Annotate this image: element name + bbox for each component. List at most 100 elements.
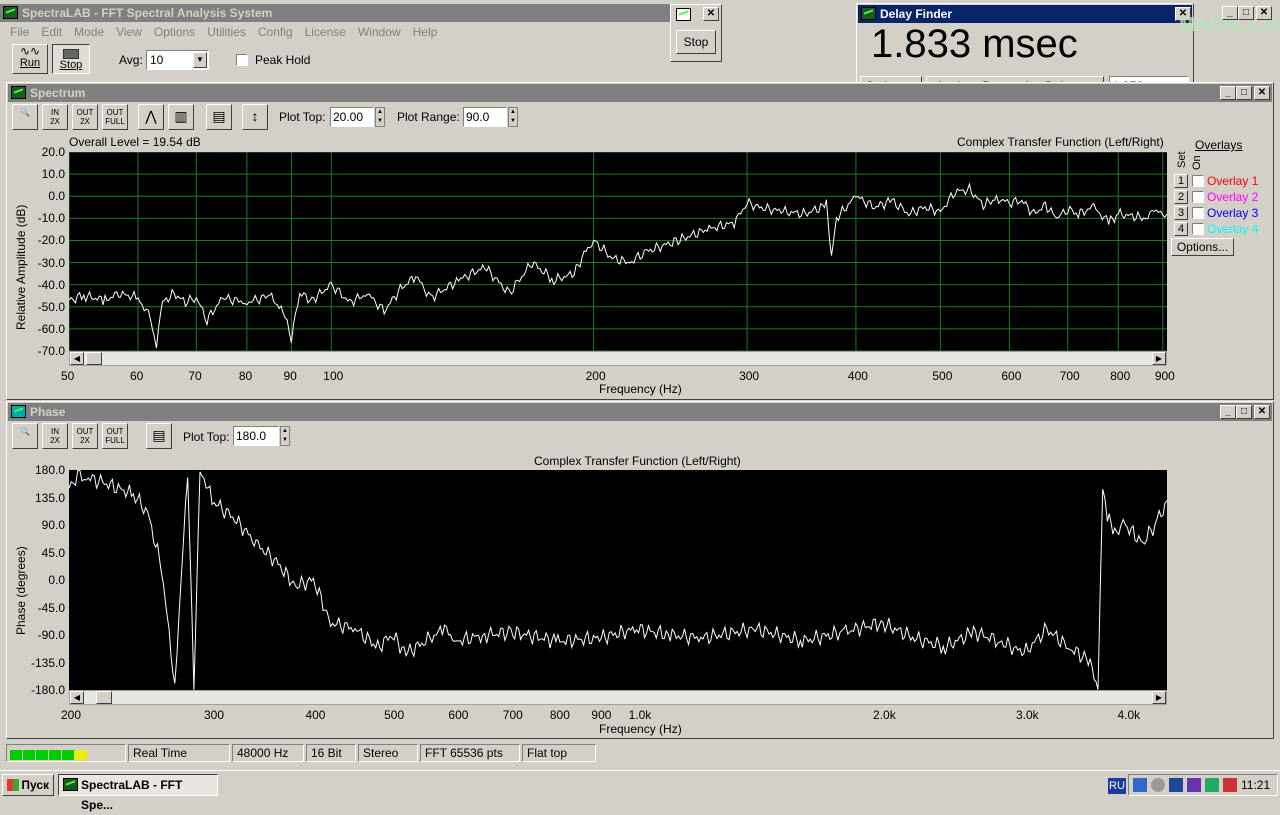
menu-window[interactable]: Window bbox=[358, 25, 401, 39]
mini-stop-button[interactable]: Stop bbox=[676, 30, 716, 54]
minimize-icon[interactable]: _ bbox=[1220, 405, 1236, 419]
bar-mode-icon[interactable]: ▥ bbox=[168, 104, 194, 130]
overlay-options-button[interactable]: Options... bbox=[1171, 238, 1234, 256]
chevron-down-icon[interactable]: ▼ bbox=[193, 52, 207, 68]
plot-top-spinner[interactable]: ▲ ▼ bbox=[375, 107, 385, 127]
start-button[interactable]: Пуск bbox=[2, 774, 54, 796]
close-icon[interactable]: ✕ bbox=[703, 7, 719, 21]
menu-config[interactable]: Config bbox=[258, 25, 293, 39]
scroll-right-icon[interactable]: ▶ bbox=[1152, 691, 1166, 704]
phase-titlebar: Phase _ □ ✕ bbox=[8, 403, 1272, 421]
status-sample-rate: 48000 Hz bbox=[232, 744, 304, 762]
overlay-on-checkbox[interactable] bbox=[1192, 207, 1204, 219]
phase-x-label: Frequency (Hz) bbox=[599, 722, 682, 736]
app-title: SpectraLAB - FFT Spectral Analysis Syste… bbox=[22, 6, 273, 20]
y-tick-label: -20.0 bbox=[37, 233, 65, 248]
phase-plot-top-input[interactable]: 180.0 bbox=[233, 426, 279, 446]
autoscale-icon[interactable]: ↕ bbox=[242, 104, 268, 130]
phase-plot-top-spinner[interactable]: ▲ ▼ bbox=[280, 426, 290, 446]
speaker-icon[interactable] bbox=[1151, 778, 1165, 792]
maximize-icon[interactable]: □ bbox=[1238, 6, 1254, 20]
spectrum-plot[interactable] bbox=[69, 152, 1167, 351]
report-icon[interactable]: ▤ bbox=[146, 423, 172, 449]
plot-range-spinner[interactable]: ▲ ▼ bbox=[508, 107, 518, 127]
menu-file[interactable]: File bbox=[10, 25, 29, 39]
close-icon[interactable]: ✕ bbox=[1254, 405, 1270, 419]
set-label: Set bbox=[1176, 151, 1188, 168]
overlay-set-button[interactable]: 3 bbox=[1174, 206, 1188, 220]
delay-icon bbox=[861, 7, 876, 20]
scroll-thumb[interactable] bbox=[86, 352, 102, 365]
phase-scrollbar[interactable]: ◀ ▶ bbox=[69, 690, 1167, 705]
run-button[interactable]: ∿∿ Run bbox=[12, 44, 48, 74]
scroll-left-icon[interactable]: ◀ bbox=[70, 352, 84, 365]
wave-icon bbox=[676, 8, 691, 21]
maximize-icon[interactable]: □ bbox=[1236, 405, 1252, 419]
status-window: Flat top bbox=[522, 744, 596, 762]
network-icon[interactable] bbox=[1133, 778, 1147, 792]
plot-top-input[interactable]: 20.00 bbox=[330, 107, 374, 127]
menu-utilities[interactable]: Utilities bbox=[207, 25, 246, 39]
close-icon[interactable]: ✕ bbox=[1254, 86, 1270, 100]
zoom-out-2x-icon[interactable]: OUT 2X bbox=[72, 104, 98, 130]
windows-logo-icon bbox=[7, 779, 19, 791]
report-icon[interactable]: ▤ bbox=[206, 104, 232, 130]
app-icon bbox=[63, 778, 78, 791]
zoom-icon[interactable]: 🔍 bbox=[12, 423, 38, 449]
overlay-on-checkbox[interactable] bbox=[1192, 175, 1204, 187]
taskbar-spectralab-button[interactable]: SpectraLAB - FFT Spe... bbox=[58, 774, 218, 812]
app-icon bbox=[3, 6, 18, 19]
system-tray: 11:21 bbox=[1128, 774, 1278, 796]
phase-y-label: Phase (degrees) bbox=[14, 546, 28, 635]
line-mode-icon[interactable]: ⋀ bbox=[138, 104, 164, 130]
zoom-in-2x-icon[interactable]: IN 2X bbox=[42, 104, 68, 130]
zoom-icon[interactable]: 🔍 bbox=[12, 104, 38, 130]
x-tick-label: 100 bbox=[323, 369, 344, 383]
delay-finder-titlebar: Delay Finder ✕ bbox=[858, 5, 1192, 23]
x-tick-label: 400 bbox=[305, 708, 326, 722]
app-tray-icon[interactable] bbox=[1187, 778, 1201, 792]
zoom-out-full-icon[interactable]: OUT FULL bbox=[102, 423, 128, 449]
y-tick-label: 10.0 bbox=[41, 167, 65, 182]
menu-help[interactable]: Help bbox=[413, 25, 438, 39]
shield-icon[interactable] bbox=[1223, 778, 1237, 792]
zoom-in-2x-icon[interactable]: IN 2X bbox=[42, 423, 68, 449]
spectrum-titlebar: Spectrum _ □ ✕ bbox=[8, 84, 1272, 102]
clock: 11:21 bbox=[1241, 778, 1271, 792]
x-tick-label: 3.0k bbox=[1016, 708, 1039, 722]
menu-view[interactable]: View bbox=[116, 25, 142, 39]
spectrum-scrollbar[interactable]: ◀ ▶ bbox=[69, 351, 1167, 366]
phase-plot[interactable] bbox=[69, 470, 1167, 690]
minimize-icon[interactable]: _ bbox=[1220, 86, 1236, 100]
spectrum-icon bbox=[11, 86, 26, 99]
plot-top-label: Plot Top: bbox=[279, 110, 326, 124]
scroll-thumb[interactable] bbox=[96, 691, 112, 704]
overlay-set-button[interactable]: 1 bbox=[1174, 174, 1188, 188]
plot-range-input[interactable]: 90.0 bbox=[463, 107, 507, 127]
zoom-out-2x-icon[interactable]: OUT 2X bbox=[72, 423, 98, 449]
menu-options[interactable]: Options bbox=[154, 25, 195, 39]
overlay-set-button[interactable]: 4 bbox=[1174, 222, 1188, 236]
x-tick-label: 70 bbox=[188, 369, 202, 383]
y-tick-label: -50.0 bbox=[37, 299, 65, 314]
stop-button[interactable]: Stop bbox=[52, 44, 90, 74]
overlay-set-button[interactable]: 2 bbox=[1174, 190, 1188, 204]
menu-edit[interactable]: Edit bbox=[41, 25, 62, 39]
close-icon[interactable]: ✕ bbox=[1256, 6, 1272, 20]
menu-license[interactable]: License bbox=[305, 25, 346, 39]
scroll-right-icon[interactable]: ▶ bbox=[1152, 352, 1166, 365]
update-icon[interactable] bbox=[1205, 778, 1219, 792]
language-indicator[interactable]: RU bbox=[1108, 778, 1126, 794]
menu-mode[interactable]: Mode bbox=[74, 25, 104, 39]
monitor-icon[interactable] bbox=[1169, 778, 1183, 792]
zoom-out-full-icon[interactable]: OUT FULL bbox=[102, 104, 128, 130]
overlay-on-checkbox[interactable] bbox=[1192, 223, 1204, 235]
peak-hold-checkbox[interactable] bbox=[236, 54, 248, 66]
avg-select[interactable]: 10 ▼ bbox=[146, 50, 209, 70]
minimize-icon[interactable]: _ bbox=[1222, 6, 1238, 20]
y-tick-label: 20.0 bbox=[41, 145, 65, 159]
overlay-on-checkbox[interactable] bbox=[1192, 191, 1204, 203]
maximize-icon[interactable]: □ bbox=[1236, 86, 1252, 100]
x-tick-label: 200 bbox=[61, 708, 82, 722]
scroll-left-icon[interactable]: ◀ bbox=[70, 691, 84, 704]
